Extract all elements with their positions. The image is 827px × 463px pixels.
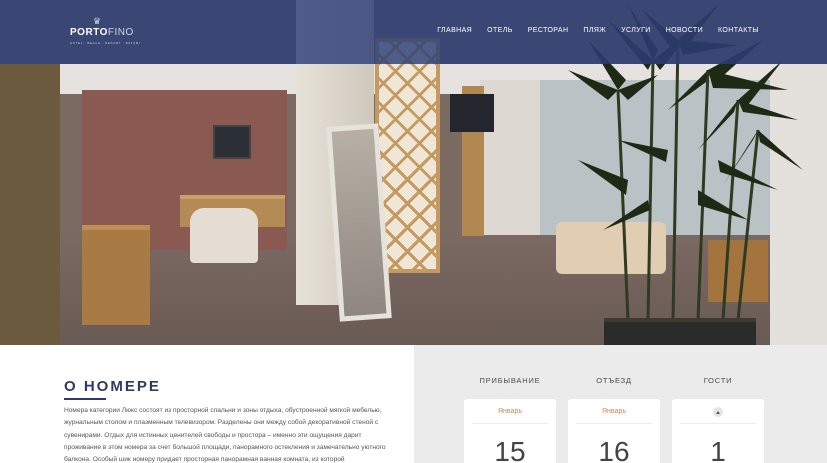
arrival-month[interactable]: Январь <box>464 408 556 415</box>
armchair <box>190 208 258 263</box>
bedroom-tv <box>450 94 494 132</box>
section-title: О НОМЕРЕ <box>64 378 161 395</box>
nav-item-restaurant[interactable]: РЕСТОРАН <box>528 27 569 34</box>
description-line: проживание в этом номера за счет большой… <box>64 443 386 451</box>
title-underline <box>64 398 106 400</box>
description-line: журнальным столом и плазменным телевизор… <box>64 419 379 427</box>
nav-item-home[interactable]: ГЛАВНАЯ <box>437 27 472 34</box>
logo[interactable]: ♛ PORTOFINO HOTEL · BEACH · RESORT · BAT… <box>68 16 140 49</box>
guests-label: ГОСТИ <box>703 376 733 385</box>
nav-item-news[interactable]: НОВОСТИ <box>666 27 703 34</box>
wooden-door <box>0 64 60 345</box>
room-description: Номера категории Люкс состоят из простор… <box>64 405 386 463</box>
arrival-label: ПРИБЫВАНИЕ <box>479 376 541 385</box>
arrival-column: ПРИБЫВАНИЕ Январь 15 <box>464 345 556 463</box>
departure-date-picker[interactable]: Январь 16 <box>568 399 660 463</box>
divider <box>472 423 548 424</box>
description-line: балкона. Особый шик номеру придает прост… <box>64 456 345 463</box>
crown-icon: ♛ <box>93 16 102 26</box>
divider <box>680 423 756 424</box>
guests-count[interactable]: 1 <box>672 436 764 463</box>
logo-wordmark: PORTOFINO <box>70 27 134 38</box>
logo-word-light: FINO <box>107 27 134 38</box>
main-nav: ГЛАВНАЯ ОТЕЛЬ РЕСТОРАН ПЛЯЖ УСЛУГИ НОВОС… <box>437 27 759 34</box>
guests-stepper[interactable]: 1 <box>672 399 764 463</box>
nav-item-beach[interactable]: ПЛЯЖ <box>583 27 606 34</box>
nav-item-services[interactable]: УСЛУГИ <box>621 27 651 34</box>
cabinet <box>82 225 150 325</box>
arrival-day[interactable]: 15 <box>464 436 556 463</box>
divider <box>576 423 652 424</box>
departure-day[interactable]: 16 <box>568 436 660 463</box>
nav-item-hotel[interactable]: ОТЕЛЬ <box>487 27 513 34</box>
booking-panel: ПРИБЫВАНИЕ Январь 15 ОТЪЕЗД Январь 16 ГО… <box>414 345 827 463</box>
about-room-section: О НОМЕРЕ Номера категории Люкс состоят и… <box>0 345 414 463</box>
arrival-date-picker[interactable]: Январь 15 <box>464 399 556 463</box>
logo-tagline: HOTEL · BEACH · RESORT · BATUMI <box>70 41 141 45</box>
guests-column: ГОСТИ 1 <box>672 345 764 463</box>
logo-word-bold: PORTO <box>70 27 108 38</box>
wall-tv <box>213 125 251 159</box>
site-header: ♛ PORTOFINO HOTEL · BEACH · RESORT · BAT… <box>0 0 827 64</box>
description-line: сувенирами. Отдых для истинных ценителей… <box>64 431 362 439</box>
chevron-up-icon[interactable] <box>713 407 723 417</box>
departure-label: ОТЪЕЗД <box>596 376 632 385</box>
nav-item-contacts[interactable]: КОНТАКТЫ <box>718 27 759 34</box>
departure-column: ОТЪЕЗД Январь 16 <box>568 345 660 463</box>
description-line: Номера категории Люкс состоят из простор… <box>64 407 382 414</box>
planter-box <box>604 318 756 345</box>
departure-month[interactable]: Январь <box>568 408 660 415</box>
